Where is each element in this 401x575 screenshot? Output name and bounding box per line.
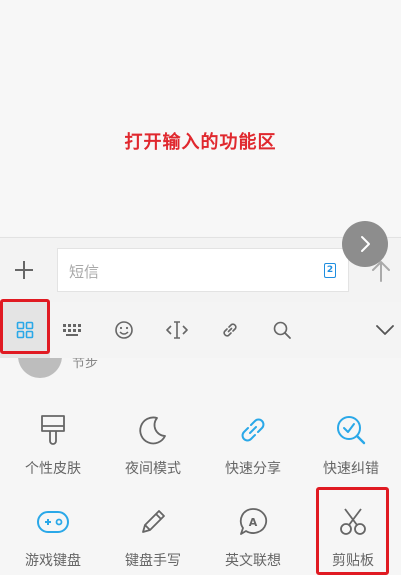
function-label: 英文联想 <box>225 553 281 569</box>
function-handwriting[interactable]: 键盘手写 <box>108 500 198 570</box>
cursor-move-icon <box>166 321 188 339</box>
svg-text:A: A <box>249 516 258 529</box>
emoji-icon <box>115 321 133 339</box>
moon-icon <box>139 416 166 445</box>
avatar <box>18 358 62 378</box>
toolbar-keyboard[interactable] <box>47 302 97 358</box>
function-clipboard[interactable]: 剪贴板 <box>308 500 398 570</box>
partial-row-text: 节步 <box>72 358 99 371</box>
attach-plus-button[interactable] <box>10 256 38 284</box>
collapse-chevron-icon <box>376 325 394 335</box>
search-check-icon <box>337 416 366 445</box>
toolbar-link[interactable] <box>205 302 255 358</box>
toolbar-cursor[interactable] <box>152 302 202 358</box>
function-skin[interactable]: 个性皮肤 <box>8 408 98 478</box>
sms-input[interactable]: 短信 2 <box>57 248 349 292</box>
chevron-right-icon <box>361 236 370 252</box>
sms-placeholder: 短信 <box>69 263 100 281</box>
function-panel: 个性皮肤 夜间模式 快速分享 快速纠错 游戏键盘 键盘手写 A 英文联想 剪贴板 <box>0 388 401 575</box>
function-label: 快速纠错 <box>323 461 379 477</box>
english-bubble-icon: A <box>239 508 268 535</box>
message-area: 打开输入的功能区 <box>0 0 401 236</box>
sim-card-icon[interactable]: 2 <box>324 263 336 278</box>
keyboard-toolbar <box>0 302 401 359</box>
link-icon <box>223 323 237 337</box>
function-label: 剪贴板 <box>332 553 374 569</box>
toolbar-function-grid[interactable] <box>0 302 50 358</box>
function-grid-icon <box>16 321 34 339</box>
function-night-mode[interactable]: 夜间模式 <box>108 408 198 478</box>
partial-conversation-row: 节步 <box>0 358 401 388</box>
function-quick-share[interactable]: 快速分享 <box>208 408 298 478</box>
compose-bar: 短信 2 <box>0 237 401 302</box>
toolbar-emoji[interactable] <box>99 302 149 358</box>
plus-icon <box>15 261 33 279</box>
toolbar-collapse[interactable] <box>360 302 401 358</box>
function-quick-correct[interactable]: 快速纠错 <box>306 408 396 478</box>
function-english-prediction[interactable]: A 英文联想 <box>208 500 298 570</box>
pen-icon <box>142 510 165 533</box>
paint-brush-icon <box>41 415 65 445</box>
function-label: 夜间模式 <box>125 461 181 477</box>
gamepad-icon <box>37 511 69 533</box>
search-icon <box>273 321 291 339</box>
scissors-icon <box>340 508 366 535</box>
function-game-keyboard[interactable]: 游戏键盘 <box>8 500 98 570</box>
function-label: 游戏键盘 <box>25 553 81 569</box>
next-button[interactable] <box>342 221 388 267</box>
function-label: 个性皮肤 <box>25 461 81 477</box>
toolbar-search[interactable] <box>257 302 307 358</box>
keyboard-icon <box>63 324 81 336</box>
annotation-text: 打开输入的功能区 <box>124 132 277 153</box>
function-label: 快速分享 <box>225 461 281 477</box>
share-link-icon <box>241 418 265 442</box>
function-label: 键盘手写 <box>125 553 181 569</box>
